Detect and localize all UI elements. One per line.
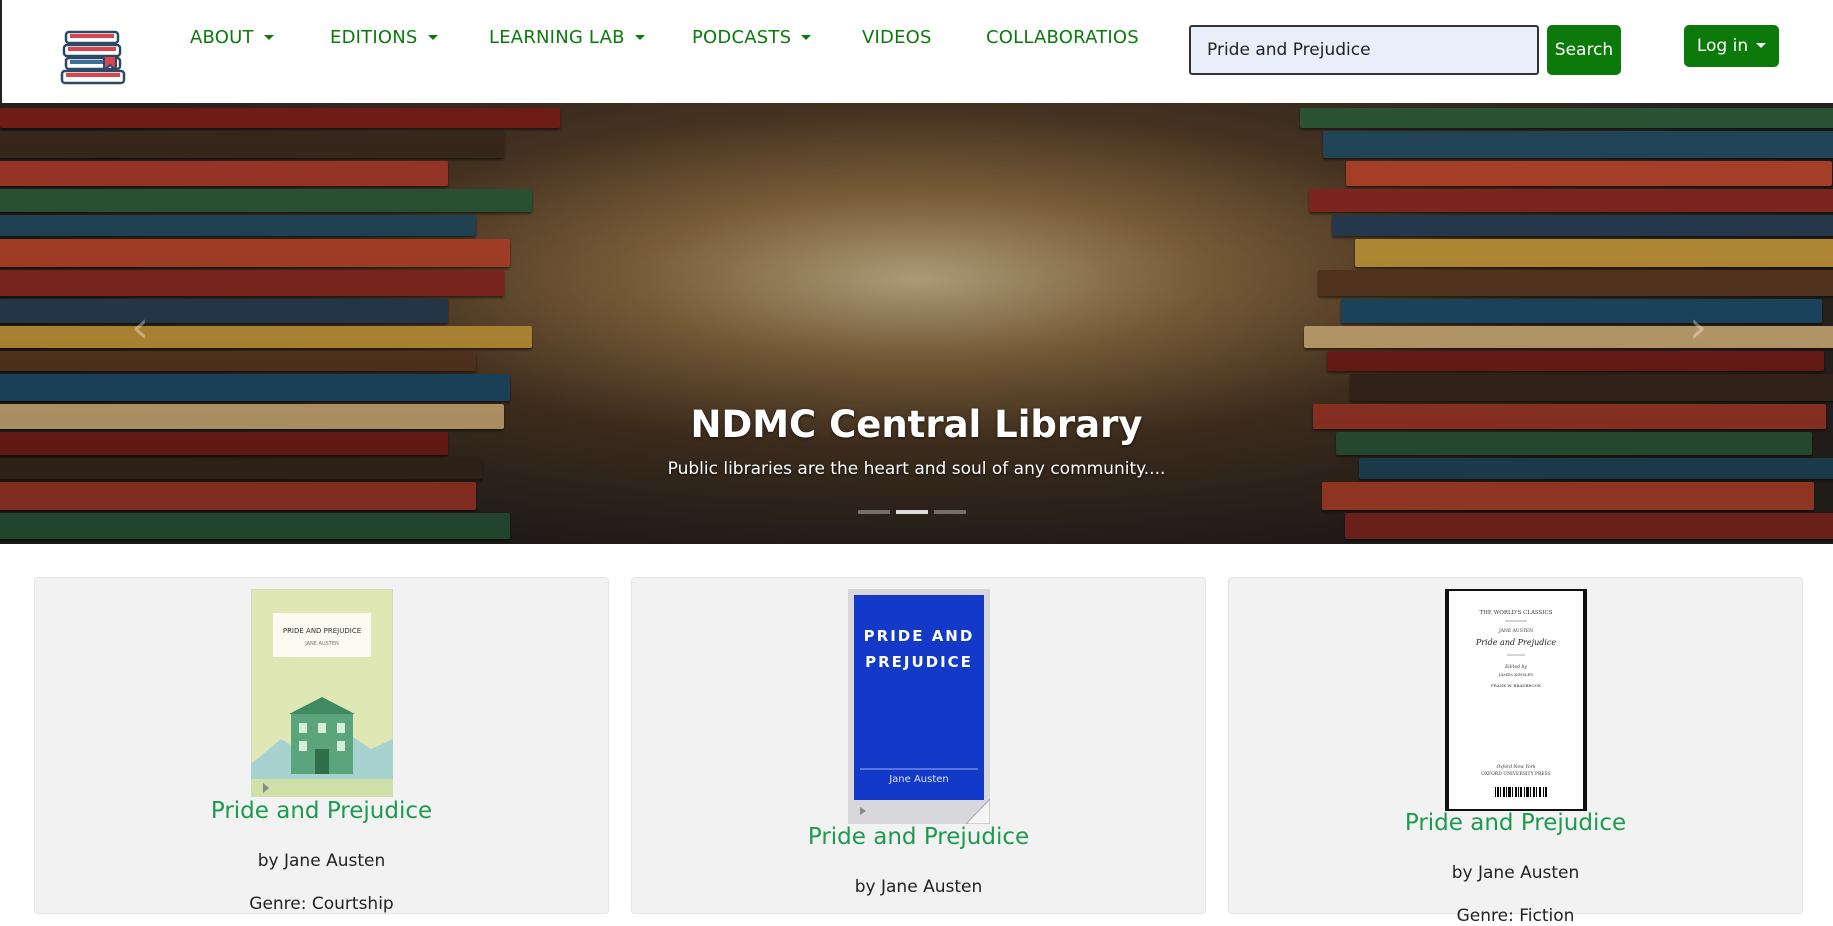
- book-card: PRIDE AND PREJUDICE Jane Austen Pride an…: [631, 577, 1206, 914]
- cover-editor-1-text: JAMES KINSLEY: [1497, 672, 1533, 677]
- nav-editions-label: EDITIONS: [330, 27, 418, 48]
- caret-down-icon: [263, 35, 274, 40]
- nav-podcasts[interactable]: PODCASTS: [692, 27, 812, 48]
- nav-podcasts-label: PODCASTS: [692, 27, 792, 48]
- cover-title-text: PRIDE AND PREJUDICE: [282, 627, 360, 635]
- carousel-indicators: [858, 510, 966, 514]
- top-navbar: ABOUT EDITIONS LEARNING LAB PODCASTS VID…: [0, 0, 1833, 103]
- search-button[interactable]: Search: [1547, 25, 1621, 75]
- search-input[interactable]: [1189, 25, 1539, 75]
- caret-down-icon: [634, 35, 645, 40]
- cover-editor-2-text: FRANK W. BRADBROOK: [1491, 683, 1542, 688]
- cover-publisher-city-text: Oxford New York: [1496, 764, 1535, 770]
- hero-subtitle: Public libraries are the heart and soul …: [667, 459, 1166, 479]
- caret-down-icon: [1756, 43, 1767, 48]
- carousel-indicator-active[interactable]: [896, 510, 928, 514]
- book-genre: Genre: Fiction: [1456, 906, 1575, 926]
- cover-series-text: THE WORLD'S CLASSICS: [1479, 610, 1552, 616]
- hero-title: NDMC Central Library: [690, 403, 1143, 446]
- book-author: by Jane Austen: [1451, 863, 1580, 883]
- cover-author-text: Jane Austen: [888, 774, 949, 785]
- carousel-next-icon[interactable]: ›: [1678, 298, 1718, 358]
- book-title-link[interactable]: Pride and Prejudice: [632, 824, 1205, 850]
- nav-learning-lab[interactable]: LEARNING LAB: [489, 27, 645, 48]
- nav-videos[interactable]: VIDEOS: [862, 27, 932, 48]
- caret-down-icon: [801, 35, 812, 40]
- nav-collaborations[interactable]: COLLABORATIOS: [986, 27, 1139, 48]
- cover-publisher-text: OXFORD UNIVERSITY PRESS: [1481, 771, 1551, 777]
- barcode-icon: [1492, 785, 1549, 799]
- book-card: PRIDE AND PREJUDICE JANE AUSTEN Pride an…: [34, 577, 609, 914]
- cover-title-line-2: PREJUDICE: [865, 653, 973, 671]
- book-author: by Jane Austen: [854, 877, 983, 897]
- nav-about[interactable]: ABOUT: [190, 27, 274, 48]
- book-card: THE WORLD'S CLASSICS JANE AUSTEN Pride a…: [1228, 577, 1803, 926]
- carousel-indicator[interactable]: [934, 510, 966, 514]
- book-genre: Genre: Courtship: [249, 894, 394, 914]
- login-label: Log in: [1696, 36, 1749, 56]
- book-cover-image[interactable]: PRIDE AND PREJUDICE Jane Austen: [847, 589, 990, 824]
- nav-videos-label: VIDEOS: [862, 27, 932, 48]
- books-logo-icon[interactable]: [60, 28, 130, 86]
- hero-carousel: ‹ › NDMC Central Library Public librarie…: [0, 103, 1833, 544]
- cover-edited-text: Edited by: [1504, 664, 1527, 670]
- cover-title-text: Pride and Prejudice: [1474, 638, 1555, 647]
- book-cover-image[interactable]: PRIDE AND PREJUDICE JANE AUSTEN: [250, 589, 393, 797]
- nav-editions[interactable]: EDITIONS: [330, 27, 438, 48]
- caret-down-icon: [427, 35, 438, 40]
- nav-collaborations-label: COLLABORATIOS: [986, 27, 1139, 48]
- book-cover-image[interactable]: THE WORLD'S CLASSICS JANE AUSTEN Pride a…: [1444, 589, 1587, 811]
- book-author: by Jane Austen: [257, 851, 386, 871]
- book-title-link[interactable]: Pride and Prejudice: [1229, 810, 1802, 836]
- nav-learning-lab-label: LEARNING LAB: [489, 27, 625, 48]
- cover-title-line-1: PRIDE AND: [863, 627, 974, 645]
- book-title-link[interactable]: Pride and Prejudice: [35, 798, 608, 824]
- carousel-prev-icon[interactable]: ‹: [120, 298, 160, 358]
- cover-author-text: JANE AUSTEN: [304, 641, 339, 647]
- nav-about-label: ABOUT: [190, 27, 254, 48]
- login-dropdown-button[interactable]: Log in: [1684, 25, 1779, 67]
- carousel-indicator[interactable]: [858, 510, 890, 514]
- cover-author-text: JANE AUSTEN: [1497, 628, 1532, 634]
